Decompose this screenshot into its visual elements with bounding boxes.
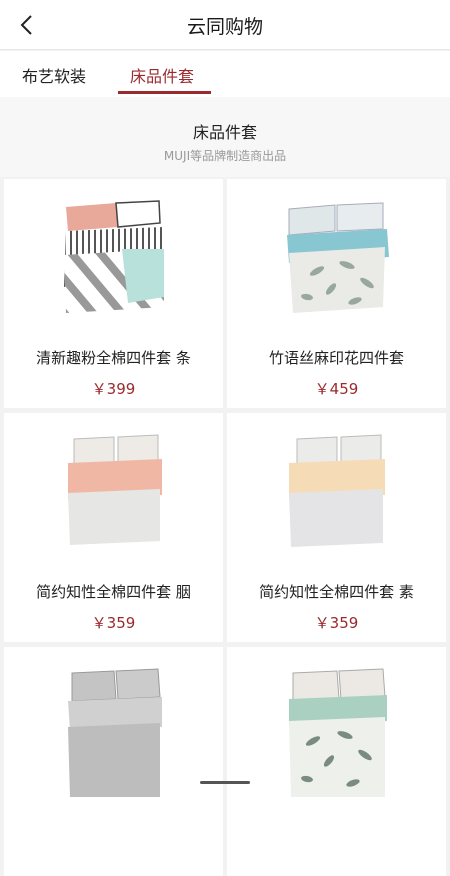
section-header: 床品件套 MUJI等品牌制造商出品 — [0, 97, 450, 177]
category-tabs: 布艺软装 床品件套 — [0, 51, 450, 97]
product-price: ￥359 — [91, 614, 136, 632]
product-card[interactable]: 简约知性全棉四件套 胭 ￥359 — [4, 413, 223, 642]
app-header: 云同购物 — [0, 0, 450, 50]
product-price: ￥459 — [314, 380, 359, 398]
bedding-image-grey — [68, 668, 162, 797]
section-subtitle: MUJI等品牌制造商出品 — [163, 149, 287, 163]
bedding-image-pink-stripe — [64, 200, 166, 313]
section-title: 床品件套 — [192, 123, 257, 142]
page-title: 云同购物 — [186, 16, 263, 38]
bedding-image-green-leaf — [289, 668, 387, 797]
product-card[interactable]: 竹语丝麻印花四件套 ￥459 — [227, 179, 446, 408]
product-name: 简约知性全棉四件套 素 — [259, 583, 414, 601]
product-price: ￥359 — [314, 614, 359, 632]
product-card[interactable] — [227, 647, 446, 876]
tab-bedding-sets[interactable]: 床品件套 — [130, 63, 194, 87]
bedding-image-plain — [289, 434, 385, 547]
tab-fabric-decor[interactable]: 布艺软装 — [22, 63, 86, 87]
product-name: 简约知性全棉四件套 胭 — [36, 583, 191, 601]
product-name: 清新趣粉全棉四件套 条 — [36, 349, 191, 367]
active-tab-indicator — [118, 91, 211, 94]
product-price: ￥399 — [91, 380, 136, 398]
product-name: 竹语丝麻印花四件套 — [268, 349, 404, 367]
product-card[interactable]: 清新趣粉全棉四件套 条 ￥399 — [4, 179, 223, 408]
bedding-image-bamboo-print — [287, 202, 389, 313]
bedding-image-rouge — [68, 434, 162, 545]
product-card[interactable]: 简约知性全棉四件套 素 ￥359 — [227, 413, 446, 642]
home-indicator[interactable] — [200, 781, 250, 784]
product-card[interactable] — [4, 647, 223, 876]
